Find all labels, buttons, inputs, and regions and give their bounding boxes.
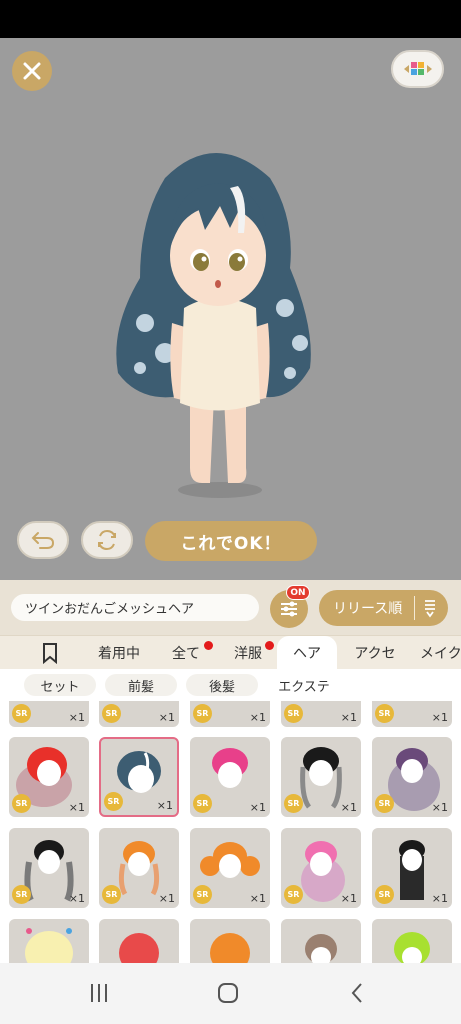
subtab-set[interactable]: セット (24, 674, 96, 696)
category-tabs: 着用中 全て 洋服 ヘア アクセ メイク (0, 635, 461, 670)
rarity-badge: SR (104, 792, 123, 811)
item-quantity: ×1 (249, 711, 266, 724)
sub-tabs: セット 前髪 後髪 エクステ (0, 669, 461, 701)
rarity-badge: SR (12, 885, 31, 904)
sort-icon (425, 600, 435, 618)
home-button[interactable] (208, 978, 248, 1008)
color-palette-button[interactable] (391, 50, 444, 88)
hair-item[interactable] (9, 919, 89, 963)
recents-button[interactable] (79, 978, 119, 1008)
item-quantity: ×1 (158, 892, 175, 905)
bookmark-icon (43, 643, 57, 664)
item-quantity: ×1 (340, 711, 357, 724)
hair-thumbnail (210, 933, 250, 963)
character-avatar (116, 153, 311, 498)
home-icon (218, 983, 238, 1003)
shuffle-button[interactable] (81, 521, 133, 559)
hair-item[interactable]: SR ×1 (99, 701, 179, 727)
color-palette-icon (403, 62, 432, 75)
item-quantity: ×1 (156, 799, 173, 812)
hair-item[interactable] (190, 919, 270, 963)
hair-item[interactable]: SR ×1 (190, 737, 270, 817)
rarity-badge: SR (193, 885, 212, 904)
tab-all-notification-dot (204, 641, 213, 650)
hair-item[interactable]: SR ×1 (281, 737, 361, 817)
rarity-badge: SR (375, 704, 394, 723)
item-quantity: ×1 (68, 801, 85, 814)
tab-clothes[interactable]: 洋服 (226, 636, 270, 670)
subtab-back-hair[interactable]: 後髪 (186, 674, 258, 696)
status-bar (0, 0, 461, 38)
hair-thumbnail (25, 928, 73, 963)
item-quantity: ×1 (68, 892, 85, 905)
shuffle-icon (98, 529, 116, 551)
rarity-badge: SR (102, 885, 121, 904)
rarity-badge: SR (284, 704, 303, 723)
item-quantity: ×1 (249, 801, 266, 814)
item-quantity: ×1 (340, 801, 357, 814)
tab-bookmark[interactable] (30, 636, 70, 670)
subtab-extension[interactable]: エクステ (267, 674, 341, 696)
item-quantity: ×1 (431, 892, 448, 905)
tab-hair[interactable]: ヘア (277, 636, 337, 670)
item-name-field: ツインおだんごメッシュヘア (11, 594, 259, 621)
hair-item[interactable]: SR ×1 (9, 828, 89, 908)
subtab-front-hair[interactable]: 前髪 (105, 674, 177, 696)
filter-sliders-icon (281, 601, 297, 617)
close-icon (23, 62, 41, 80)
undo-icon (31, 532, 55, 549)
rarity-badge: SR (193, 794, 212, 813)
hair-thumbnail (305, 934, 337, 963)
back-icon (351, 983, 362, 1003)
rarity-badge: SR (12, 704, 31, 723)
hair-item[interactable]: SR ×1 (190, 701, 270, 727)
rarity-badge: SR (284, 885, 303, 904)
item-quantity: ×1 (431, 711, 448, 724)
hair-item[interactable] (281, 919, 361, 963)
system-nav-bar (0, 963, 461, 1024)
item-quantity: ×1 (249, 892, 266, 905)
item-quantity: ×1 (431, 801, 448, 814)
hair-item[interactable] (372, 919, 452, 963)
tab-accessory[interactable]: アクセ (346, 636, 404, 670)
filter-on-badge: ON (286, 585, 310, 600)
hair-item[interactable]: SR ×1 (372, 828, 452, 908)
rarity-badge: SR (102, 704, 121, 723)
item-quantity: ×1 (68, 711, 85, 724)
item-quantity: ×1 (340, 892, 357, 905)
tab-makeup[interactable]: メイク (420, 636, 461, 670)
tab-wearing[interactable]: 着用中 (90, 636, 148, 670)
close-button[interactable] (12, 51, 52, 91)
undo-button[interactable] (17, 521, 69, 559)
rarity-badge: SR (375, 794, 394, 813)
tab-all[interactable]: 全て (164, 636, 208, 670)
hair-item[interactable]: SR ×1 (99, 828, 179, 908)
hair-item[interactable]: SR ×1 (9, 737, 89, 817)
rarity-badge: SR (284, 794, 303, 813)
rarity-badge: SR (193, 704, 212, 723)
tab-clothes-notification-dot (265, 641, 274, 650)
back-button[interactable] (337, 978, 377, 1008)
hair-item-selected[interactable]: SR ×1 (99, 737, 179, 817)
sort-button[interactable]: リリース順 (319, 590, 448, 626)
hair-item[interactable]: SR ×1 (281, 701, 361, 727)
hair-thumbnail (119, 933, 159, 963)
wardrobe-panel: ツインおだんごメッシュヘア ON リリース順 着用中 全て 洋服 ヘア アクセ … (0, 580, 461, 963)
hair-item[interactable] (99, 919, 179, 963)
character-preview: これでOK！ (0, 38, 461, 580)
hair-item[interactable]: SR ×1 (372, 737, 452, 817)
hair-thumbnail (394, 932, 430, 963)
rarity-badge: SR (375, 885, 394, 904)
hair-item[interactable]: SR ×1 (281, 828, 361, 908)
recents-icon (91, 984, 107, 1002)
rarity-badge: SR (12, 794, 31, 813)
sort-label: リリース順 (333, 601, 403, 617)
item-grid: SR ×1 SR ×1 SR ×1 SR ×1 SR ×1 SR ×1 SR ×1 SR ×1 … (0, 701, 461, 963)
item-quantity: ×1 (158, 711, 175, 724)
hair-item[interactable]: SR ×1 (372, 701, 452, 727)
sort-divider (414, 596, 415, 620)
hair-item[interactable]: SR ×1 (190, 828, 270, 908)
hair-item[interactable]: SR ×1 (9, 701, 89, 727)
confirm-ok-button[interactable]: これでOK！ (145, 521, 317, 561)
